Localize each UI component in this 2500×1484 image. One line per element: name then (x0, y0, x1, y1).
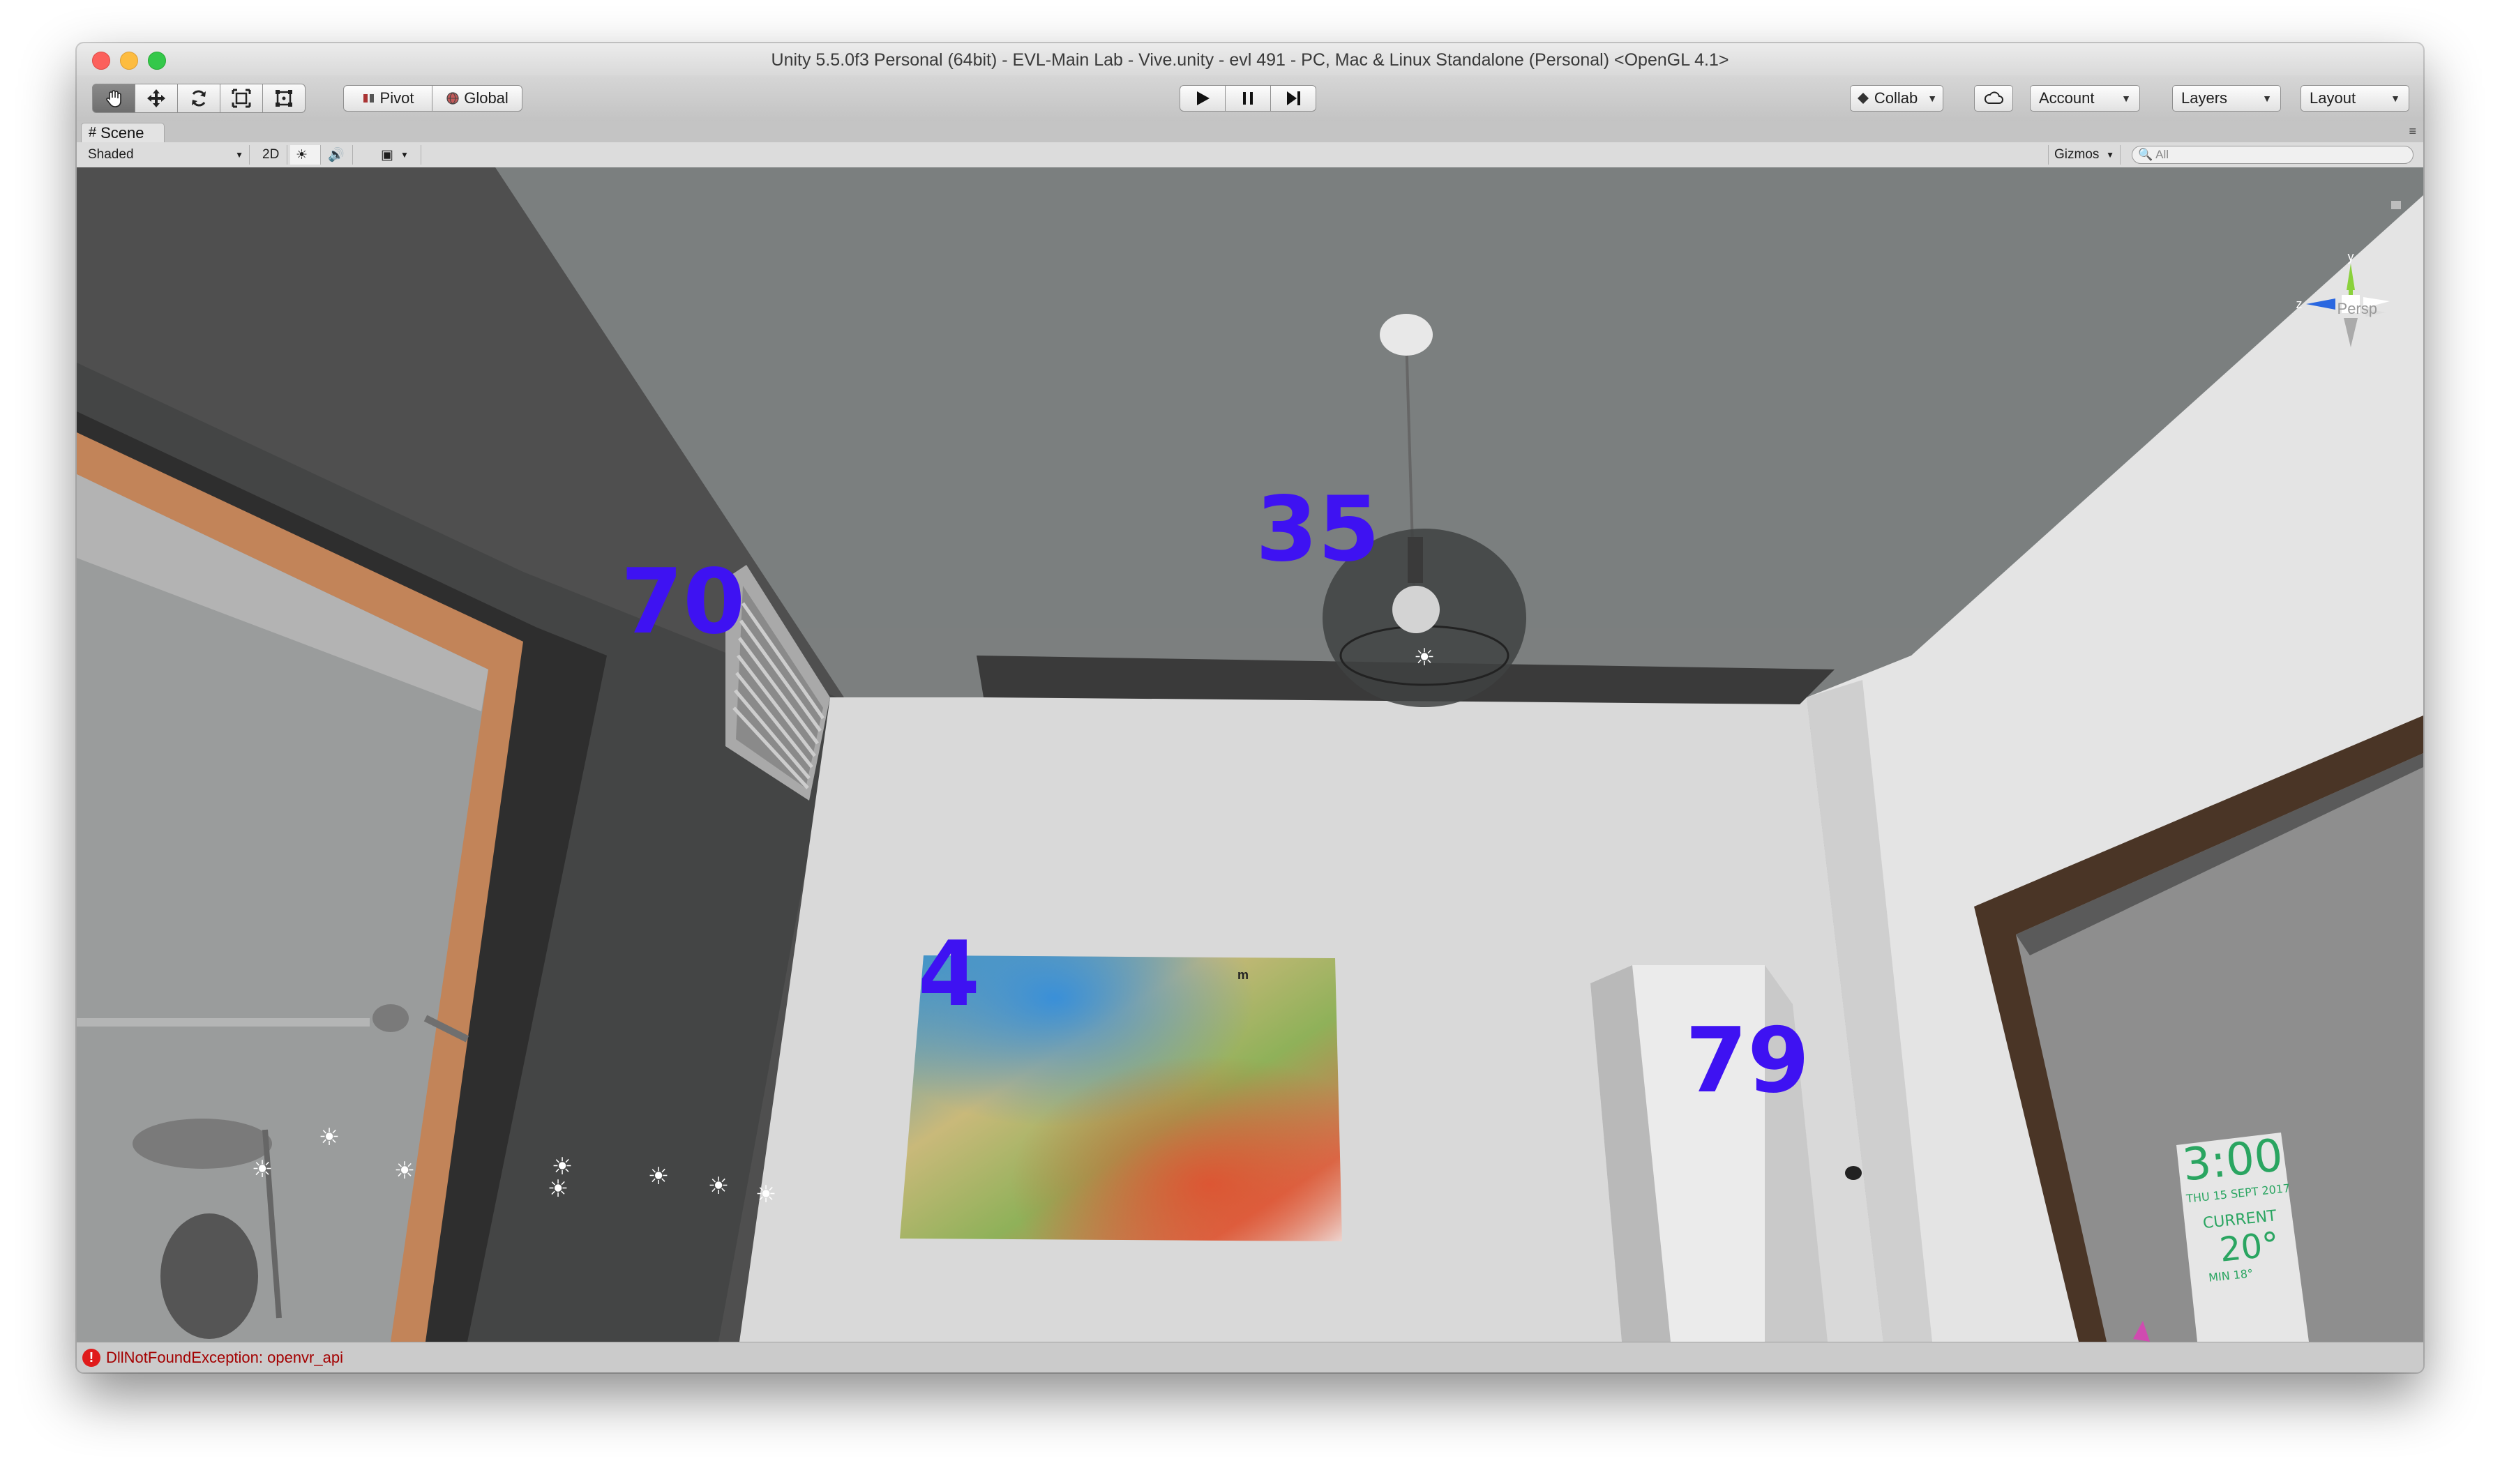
2d-mode-toggle[interactable]: 2D (257, 145, 287, 165)
global-toggle-button[interactable]: Global (432, 85, 522, 112)
move-icon (147, 89, 165, 107)
clock-panel: 3:00 THU 15 SEPT 2017 CURRENT 20° MIN 18… (2180, 1130, 2313, 1286)
chevron-down-icon: ▼ (235, 150, 243, 160)
overlay-number-door: 79 (1685, 1009, 1810, 1113)
play-icon (1197, 91, 1210, 105)
scene-viewport[interactable]: ☀ m ☀ ☀ ☀ ☀ ☀ ☀ ☀ ☀ y z Persp 70 35 4 79… (77, 167, 2423, 1342)
svg-text:☀: ☀ (548, 1176, 568, 1202)
layers-dropdown[interactable]: Layers ▼ (2172, 85, 2281, 112)
image-icon: ▣ (381, 147, 393, 162)
move-tool-button[interactable] (135, 84, 178, 113)
status-error-message: DllNotFoundException: openvr_api (106, 1349, 343, 1366)
pivot-label: Pivot (379, 89, 414, 107)
svg-text:z: z (2296, 297, 2303, 311)
main-toolbar: Pivot Global Collab ▼ Account ▼ Layers ▼… (77, 75, 2423, 122)
scene-render: ☀ m ☀ ☀ ☀ ☀ ☀ ☀ ☀ ☀ y z (77, 167, 2423, 1342)
rect-icon (276, 90, 292, 107)
account-label: Account (2039, 89, 2095, 107)
step-button[interactable] (1270, 85, 1316, 112)
search-icon: 🔍 (2138, 148, 2153, 161)
svg-text:☀: ☀ (252, 1156, 273, 1183)
rotate-icon (192, 90, 206, 107)
grid-icon: # (89, 125, 97, 140)
svg-text:☀: ☀ (1414, 644, 1435, 671)
scene-lighting-toggle[interactable]: ☀ (290, 145, 321, 165)
pivot-icon (363, 94, 374, 103)
collab-label: Collab (1874, 89, 1918, 107)
transform-tools (92, 84, 306, 113)
chevron-down-icon: ▼ (2262, 93, 2272, 104)
2d-mode-label: 2D (262, 147, 280, 162)
svg-text:☀: ☀ (319, 1124, 340, 1151)
layout-dropdown[interactable]: Layout ▼ (2301, 85, 2409, 112)
cloud-button[interactable] (1974, 85, 2013, 112)
scale-tool-button[interactable] (220, 84, 263, 113)
projection-label[interactable]: Persp (2337, 300, 2377, 318)
overlay-number-lamp: 35 (1256, 478, 1380, 582)
speaker-icon: 🔊 (328, 148, 345, 162)
rect-tool-button[interactable] (262, 84, 306, 113)
window-title: Unity 5.5.0f3 Personal (64bit) - EVL-Mai… (771, 50, 1729, 70)
tab-menu-icon[interactable]: ≡ (2409, 124, 2416, 139)
chevron-down-icon: ▼ (1927, 93, 1938, 104)
account-dropdown[interactable]: Account ▼ (2030, 85, 2140, 112)
shading-mode-dropdown[interactable]: Shaded ▼ (82, 145, 250, 165)
svg-text:☀: ☀ (648, 1163, 669, 1190)
sun-icon: ☀ (296, 147, 308, 162)
step-icon (1287, 91, 1300, 105)
layers-label: Layers (2181, 89, 2228, 107)
pause-button[interactable] (1225, 85, 1271, 112)
overlay-number-vent: 70 (621, 550, 746, 654)
search-placeholder: All (2155, 148, 2169, 161)
chevron-down-icon: ▼ (2121, 93, 2131, 104)
shading-mode-label: Shaded (88, 147, 134, 162)
chevron-down-icon: ▼ (2390, 93, 2400, 104)
chevron-down-icon: ▼ (2106, 150, 2114, 160)
svg-text:☀: ☀ (708, 1173, 729, 1199)
svg-text:☀: ☀ (755, 1181, 776, 1208)
rotate-tool-button[interactable] (177, 84, 220, 113)
hand-tool-button[interactable] (92, 84, 135, 113)
hand-icon (106, 90, 121, 107)
gizmos-dropdown[interactable]: Gizmos ▼ (2048, 145, 2121, 165)
svg-text:☀: ☀ (394, 1158, 415, 1184)
clock-time: 3:00 (2180, 1130, 2286, 1192)
play-button[interactable] (1180, 85, 1226, 112)
svg-text:y: y (2348, 250, 2354, 264)
gizmos-label: Gizmos (2054, 147, 2100, 162)
scene-view-controls: Shaded ▼ 2D ☀ 🔊 ▣ ▼ Gizmos ▼ 🔍 All (77, 142, 2423, 168)
svg-text:m: m (1237, 968, 1249, 982)
pivot-toggle-button[interactable]: Pivot (343, 85, 432, 112)
layout-label: Layout (2310, 89, 2356, 107)
scene-tab-label: Scene (100, 123, 144, 142)
overlay-number-painting: 4 (918, 923, 981, 1027)
scene-tab-bar: # Scene ≡ (77, 121, 2423, 143)
global-label: Global (464, 89, 509, 107)
chevron-down-icon: ▼ (400, 150, 409, 160)
cloud-icon (1984, 91, 2003, 104)
collab-icon (1857, 93, 1869, 104)
scene-search-input[interactable]: 🔍 All (2132, 146, 2414, 164)
tab-scene[interactable]: # Scene (81, 123, 165, 142)
unity-editor-window: Unity 5.5.0f3 Personal (64bit) - EVL-Mai… (77, 43, 2423, 1372)
error-icon: ! (82, 1349, 100, 1367)
collab-dropdown[interactable]: Collab ▼ (1850, 85, 1943, 112)
status-bar[interactable]: ! DllNotFoundException: openvr_api (77, 1342, 2423, 1372)
scale-icon (232, 89, 251, 108)
scene-effects-dropdown[interactable]: ▣ ▼ (375, 145, 421, 165)
pause-icon (1243, 92, 1253, 105)
title-bar: Unity 5.5.0f3 Personal (64bit) - EVL-Mai… (77, 43, 2423, 76)
scene-audio-toggle[interactable]: 🔊 (322, 145, 353, 165)
globe-icon (446, 92, 459, 105)
